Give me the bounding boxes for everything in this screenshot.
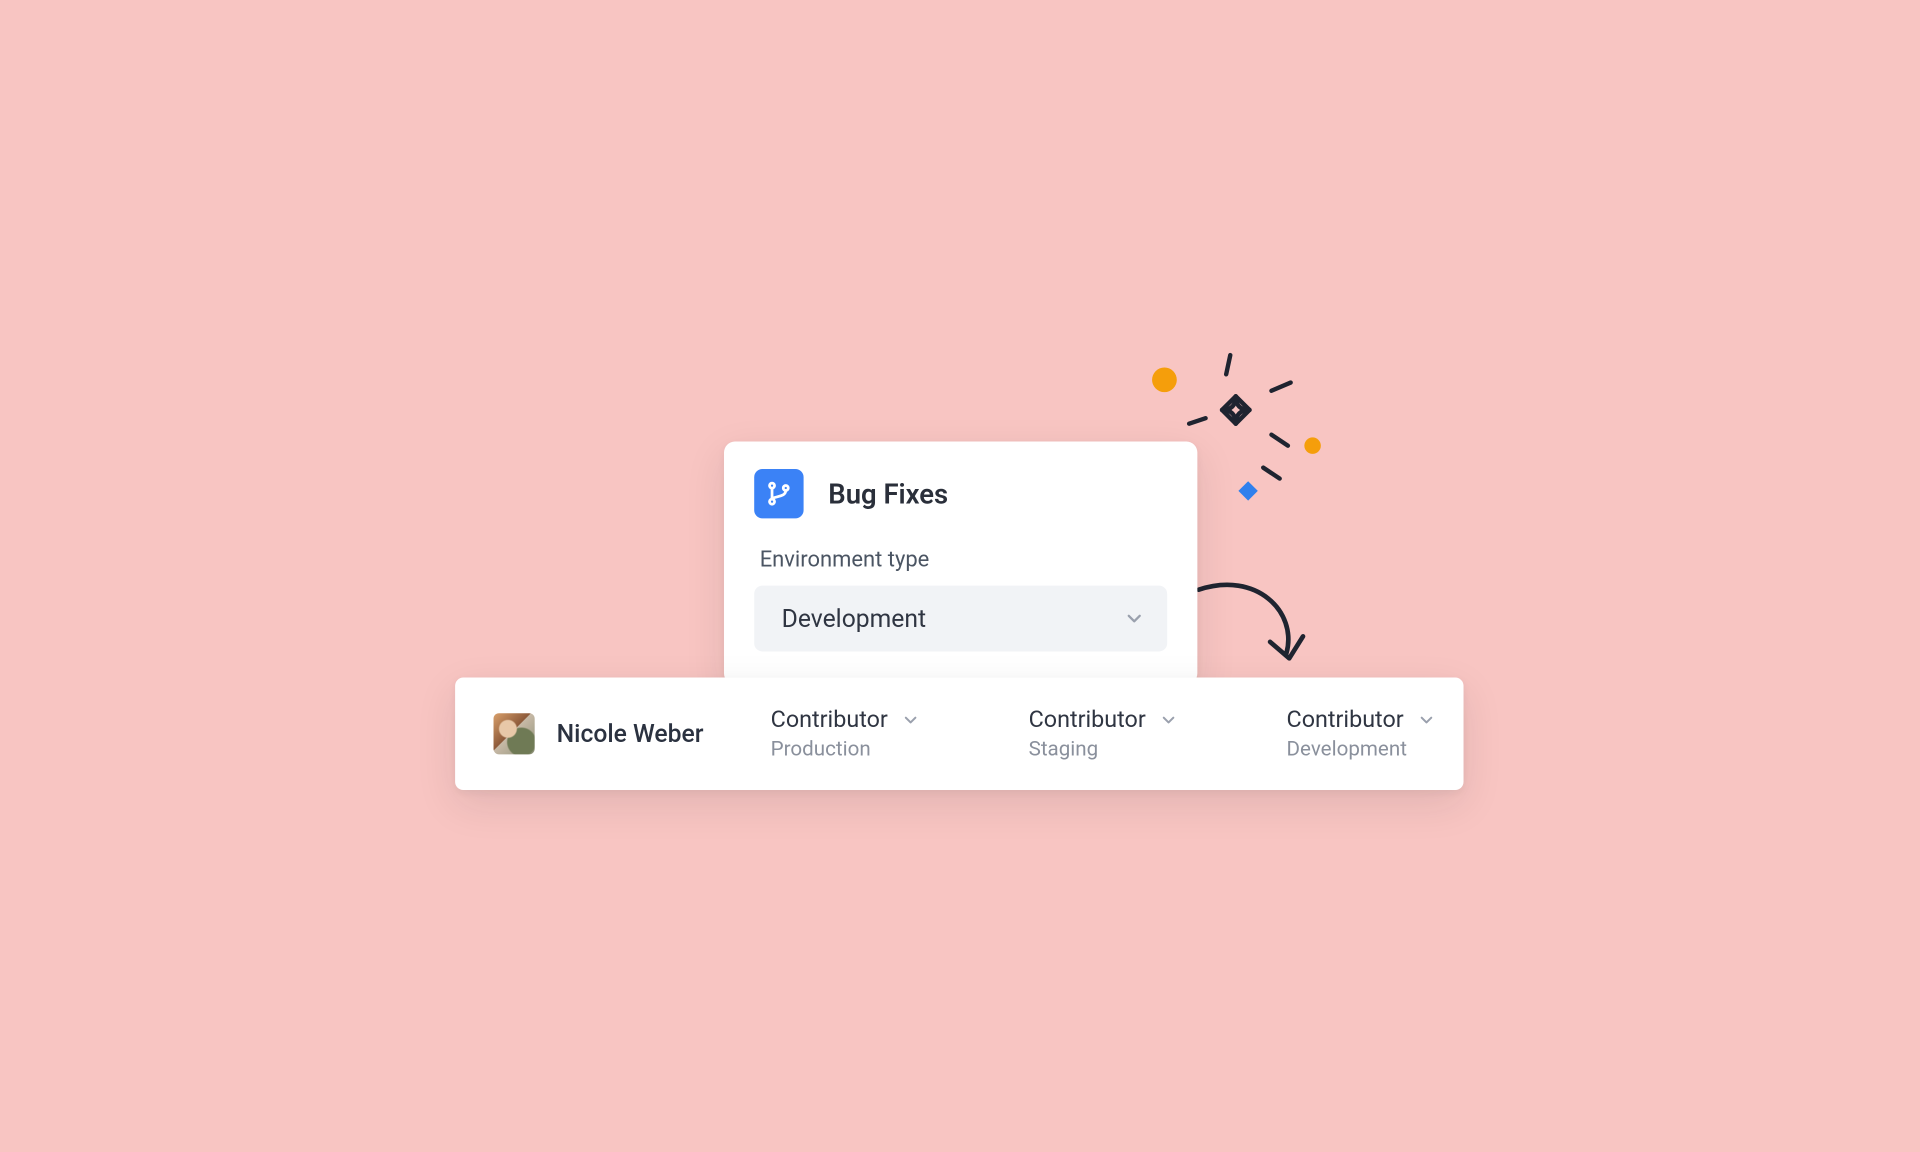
user-block: Nicole Weber [494, 713, 766, 754]
role-label: Contributor [771, 706, 888, 733]
branch-icon [754, 469, 803, 518]
card-title: Bug Fixes [828, 477, 948, 510]
role-staging: Contributor Staging [1029, 706, 1221, 761]
role-select-development[interactable]: Contributor [1287, 706, 1479, 733]
select-value: Development [782, 604, 926, 633]
arrow-decoration [1190, 576, 1327, 686]
role-select-production[interactable]: Contributor [771, 706, 963, 733]
avatar [494, 713, 535, 754]
card-header: Bug Fixes [754, 469, 1167, 518]
role-label: Contributor [1029, 706, 1146, 733]
chevron-down-icon [1417, 710, 1436, 729]
user-permissions-row: Nicole Weber Contributor Production Cont… [455, 678, 1463, 791]
role-production: Contributor Production [771, 706, 963, 761]
role-label: Contributor [1287, 706, 1404, 733]
chevron-down-icon [1123, 608, 1145, 630]
chevron-down-icon [902, 710, 921, 729]
environment-card: Bug Fixes Environment type Development [724, 442, 1197, 685]
role-env-label: Staging [1029, 737, 1221, 762]
field-label: Environment type [760, 546, 1167, 572]
user-name: Nicole Weber [557, 719, 704, 748]
chevron-down-icon [1159, 710, 1178, 729]
role-env-label: Production [771, 737, 963, 762]
role-select-staging[interactable]: Contributor [1029, 706, 1221, 733]
environment-type-select[interactable]: Development [754, 586, 1167, 652]
role-env-label: Development [1287, 737, 1479, 762]
role-development: Contributor Development [1287, 706, 1479, 761]
